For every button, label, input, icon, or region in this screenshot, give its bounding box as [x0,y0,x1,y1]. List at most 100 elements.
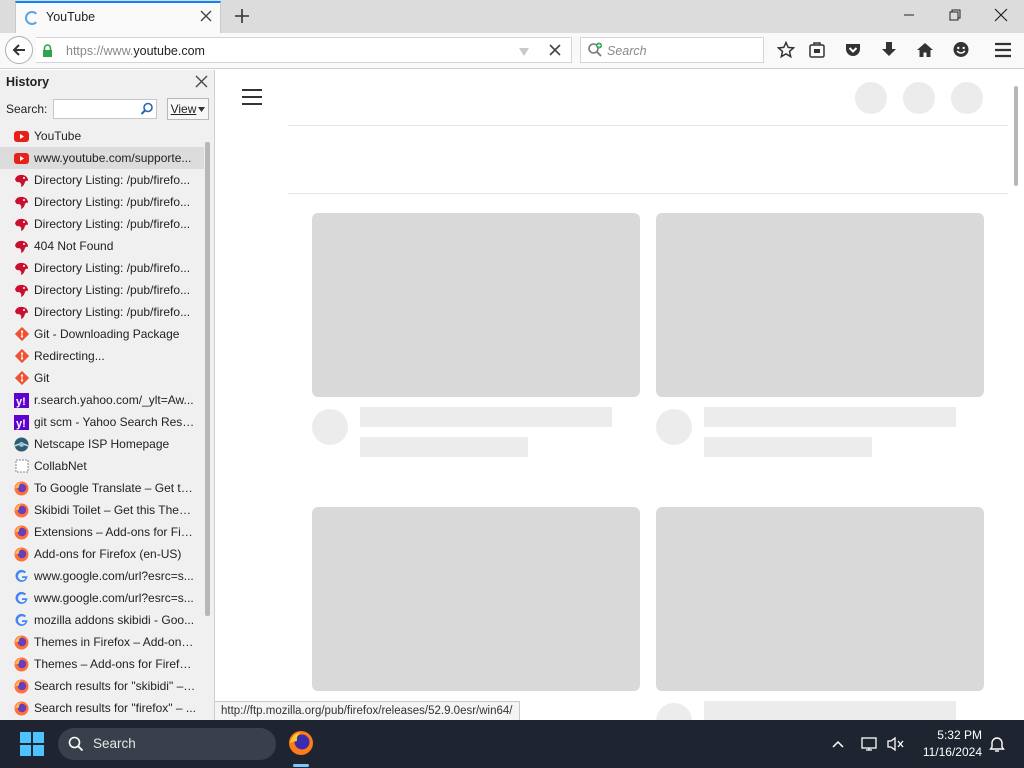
notification-bell-icon[interactable] [987,734,1007,754]
history-item[interactable]: www.google.com/url?esrc=s... [0,565,204,587]
stop-loading-icon[interactable] [549,44,561,59]
back-button[interactable] [5,36,33,64]
history-item[interactable]: Netscape ISP Homepage [0,433,204,455]
history-item[interactable]: mozilla addons skibidi - Goo... [0,609,204,631]
url-bar[interactable]: https://www.youtube.com [36,37,572,63]
view-menu-label: View [170,102,197,116]
clock-date[interactable]: 11/16/2024 [916,745,982,759]
yahoo-icon: y! [14,392,29,408]
history-item[interactable]: Redirecting... [0,345,204,367]
title-placeholder [704,701,956,720]
active-app-indicator [293,764,309,767]
page-scrollbar[interactable] [1014,86,1018,186]
guide-menu-icon[interactable] [242,89,262,105]
meta-placeholder [360,437,528,457]
mozilla-dino-icon [14,239,29,254]
history-item[interactable]: Directory Listing: /pub/firefo... [0,191,204,213]
history-item[interactable]: y! git scm - Yahoo Search Results [0,411,204,433]
blank-page-icon [14,459,29,474]
video-thumbnail-placeholder[interactable] [656,213,984,397]
history-item[interactable]: Directory Listing: /pub/firefo... [0,213,204,235]
firefox-taskbar-icon[interactable] [288,730,314,756]
git-icon [14,349,29,364]
downloads-icon[interactable] [879,40,899,60]
taskbar-search-box[interactable]: Search [58,728,276,760]
mozilla-dino-icon [14,195,29,210]
history-item[interactable]: y! r.search.yahoo.com/_ylt=Aw... [0,389,204,411]
history-item[interactable]: Directory Listing: /pub/firefo... [0,257,204,279]
new-tab-button[interactable] [232,6,252,26]
youtube-icon [14,129,29,144]
bookmarks-menu-icon[interactable] [807,40,827,60]
chevron-up-icon[interactable] [828,734,848,754]
history-sidebar: History Search: View YouTube www.youtube.… [0,70,215,720]
sidebar-close-icon[interactable] [195,75,208,91]
network-icon[interactable] [860,734,880,754]
firefox-icon [14,679,29,694]
start-button[interactable] [20,732,44,756]
history-item[interactable]: Directory Listing: /pub/firefo... [0,279,204,301]
tab-youtube[interactable]: YouTube [15,1,221,33]
pocket-icon[interactable] [843,40,863,60]
history-item[interactable]: www.youtube.com/supporte... [0,147,204,169]
home-icon[interactable] [915,40,935,60]
video-thumbnail-placeholder[interactable] [656,507,984,691]
chevron-down-icon [198,106,206,112]
history-item-label: Search results for "skibidi" – ... [34,679,196,693]
history-item[interactable]: Skibidi Toilet – Get this Them... [0,499,204,521]
url-dropdown-icon[interactable] [519,45,529,59]
history-item[interactable]: www.google.com/url?esrc=s... [0,587,204,609]
history-item[interactable]: Themes – Add-ons for Firefo... [0,653,204,675]
history-item-label: Git - Downloading Package [34,327,180,341]
search-bar[interactable]: Search [580,37,764,63]
history-item-label: YouTube [34,129,82,143]
view-menu-button[interactable]: View [167,98,209,120]
firefox-icon [14,525,29,540]
history-item[interactable]: Search results for "skibidi" – ... [0,675,204,697]
history-item[interactable]: Extensions – Add-ons for Fire... [0,521,204,543]
title-placeholder [360,407,612,427]
restore-button[interactable] [940,4,970,26]
history-item-label: To Google Translate – Get thi... [34,481,196,495]
placeholder-circle [855,82,887,114]
history-item[interactable]: YouTube [0,125,204,147]
history-item-label: mozilla addons skibidi - Goo... [34,613,195,627]
clock-time[interactable]: 5:32 PM [930,728,982,742]
history-item[interactable]: Git - Downloading Package [0,323,204,345]
history-item[interactable]: CollabNet [0,455,204,477]
hello-chat-icon[interactable] [951,40,971,60]
firefox-icon [14,657,29,672]
channel-avatar-placeholder [312,409,348,445]
channel-avatar-placeholder [656,409,692,445]
meta-placeholder [704,437,872,457]
close-tab-icon[interactable] [198,8,214,24]
search-icon[interactable] [140,102,154,119]
hamburger-menu-icon[interactable] [993,40,1013,60]
page-content [216,70,1024,720]
video-thumbnail-placeholder[interactable] [312,213,640,397]
minimize-button[interactable] [894,4,924,26]
tab-title: YouTube [46,10,96,24]
history-item[interactable]: Directory Listing: /pub/firefo... [0,301,204,323]
svg-text:y!: y! [16,396,26,408]
history-item-label: r.search.yahoo.com/_ylt=Aw... [34,393,194,407]
video-thumbnail-placeholder[interactable] [312,507,640,691]
volume-muted-icon[interactable] [886,734,906,754]
history-item-label: Netscape ISP Homepage [34,437,170,451]
search-engine-icon[interactable] [587,42,603,61]
sidebar-scrollbar[interactable] [205,142,210,616]
history-item[interactable]: Add-ons for Firefox (en-US) [0,543,204,565]
mozilla-dino-icon [14,283,29,298]
history-item[interactable]: To Google Translate – Get thi... [0,477,204,499]
bookmark-star-icon[interactable] [776,40,796,60]
history-item-label: Themes in Firefox – Add-ons ... [34,635,196,649]
history-item[interactable]: Directory Listing: /pub/firefo... [0,169,204,191]
history-item[interactable]: 404 Not Found [0,235,204,257]
close-window-button[interactable] [986,4,1016,26]
history-item[interactable]: Search results for "firefox" – ... [0,697,204,719]
history-item[interactable]: Git [0,367,204,389]
git-icon [14,371,29,386]
search-icon [68,736,84,755]
url-text[interactable]: https://www.youtube.com [66,44,205,58]
history-item[interactable]: Themes in Firefox – Add-ons ... [0,631,204,653]
